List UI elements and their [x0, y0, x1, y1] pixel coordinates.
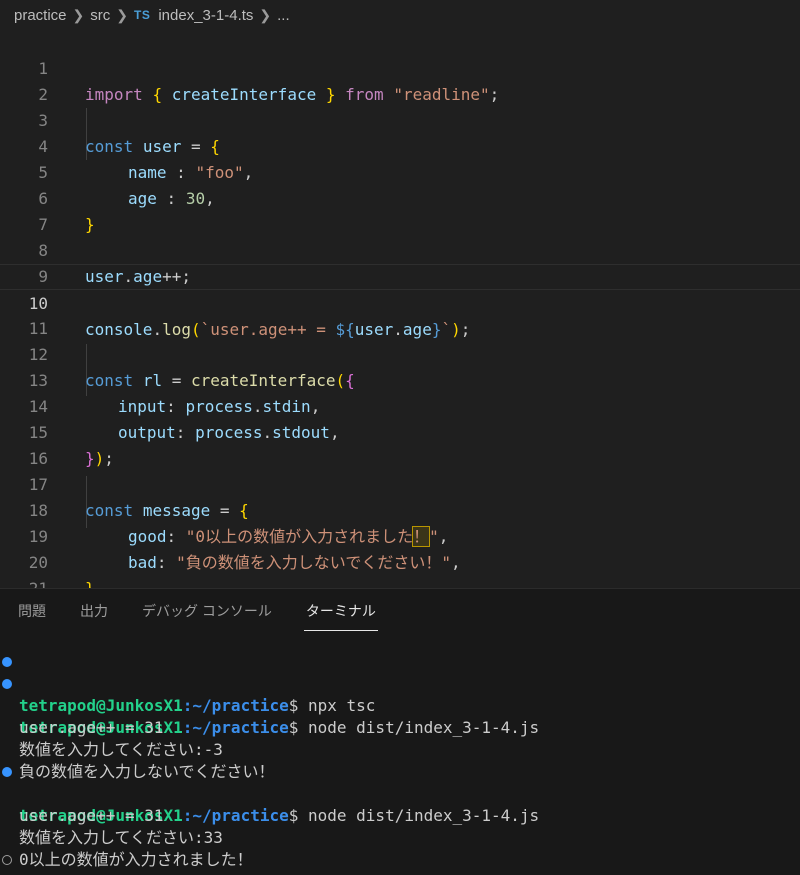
chevron-right-icon: ❯ — [116, 6, 128, 23]
breadcrumb: practice ❯ src ❯ TS index_3-1-4.ts ❯ ... — [0, 0, 800, 30]
code-line-current: 10 console.log(`user.age++ = ${user.age}… — [0, 264, 800, 339]
terminal-line-active[interactable]: tetrapod@JunkosX1:~/practice$ — [0, 849, 800, 871]
code-editor[interactable]: 1 import { createInterface } from "readl… — [0, 30, 800, 598]
terminal-line: tetrapod@JunkosX1:~/practice$ node dist/… — [0, 673, 800, 737]
tab-output[interactable]: 出力 — [80, 589, 108, 633]
code-line: 14 output: process.stdout, — [0, 368, 800, 442]
panel-tabs: 問題 出力 デバッグ コンソール ターミナル — [0, 589, 800, 633]
bottom-panel: 問題 出力 デバッグ コンソール ターミナル tetrapod@JunkosX1… — [0, 588, 800, 875]
code-line: 3 const user = { — [0, 82, 800, 156]
breadcrumb-folder-practice[interactable]: practice — [14, 7, 67, 24]
code-line: 13 input: process.stdin, — [0, 342, 800, 416]
chevron-right-icon: ❯ — [72, 6, 85, 23]
typescript-file-icon: TS — [134, 8, 151, 22]
code-line: 15 }); — [0, 394, 800, 468]
terminal-output: user.age++ = 31 — [19, 806, 164, 825]
code-line: 16 — [0, 420, 800, 468]
code-line: 2 — [0, 56, 800, 104]
terminal-line: tetrapod@JunkosX1:~/practice$ npx tsc — [0, 651, 800, 715]
tab-problems[interactable]: 問題 — [18, 589, 46, 633]
code-line: 11 — [0, 290, 800, 338]
code-line: 5 age : 30, — [0, 134, 800, 208]
code-line: 20 } — [0, 524, 800, 598]
code-line: 1 import { createInterface } from "readl… — [0, 30, 800, 104]
breadcrumb-more[interactable]: ... — [277, 7, 290, 24]
code-line: 7 — [0, 186, 800, 234]
code-line: 6 } — [0, 160, 800, 234]
code-line: 9 — [0, 238, 800, 286]
breadcrumb-folder-src[interactable]: src — [90, 7, 110, 24]
chevron-right-icon: ❯ — [259, 6, 272, 23]
tab-terminal[interactable]: ターミナル — [303, 589, 378, 633]
command-status-dot-icon[interactable] — [2, 855, 12, 865]
code-line: 17 const message = { — [0, 446, 800, 520]
command-status-dot-icon[interactable] — [2, 657, 12, 667]
code-line: 21 — [0, 550, 800, 598]
code-line: 18 good: "0以上の数値が入力されました！", — [0, 472, 800, 547]
terminal-output: 負の数値を入力しないでください！ — [19, 762, 275, 781]
code-line: 4 name : "foo", — [0, 108, 800, 182]
terminal-line: tetrapod@JunkosX1:~/practice$ node dist/… — [0, 761, 800, 825]
terminal-output: 0以上の数値が入力されました！ — [19, 850, 253, 869]
terminal-output: 数値を入力してください:33 — [19, 828, 223, 847]
code-line: 19 bad: "負の数値を入力しないでください！", — [0, 498, 800, 572]
command-status-dot-icon[interactable] — [2, 679, 12, 689]
code-line: 8 user.age++; — [0, 212, 800, 286]
command-status-dot-icon[interactable] — [2, 767, 12, 777]
breadcrumb-file[interactable]: index_3-1-4.ts — [158, 7, 253, 24]
code-line: 12 const rl = createInterface({ — [0, 316, 800, 390]
tab-debug-console[interactable]: デバッグ コンソール — [142, 589, 272, 633]
terminal-output: 数値を入力してください:-3 — [19, 740, 223, 759]
terminal-output: user.age++ = 31 — [19, 718, 164, 737]
